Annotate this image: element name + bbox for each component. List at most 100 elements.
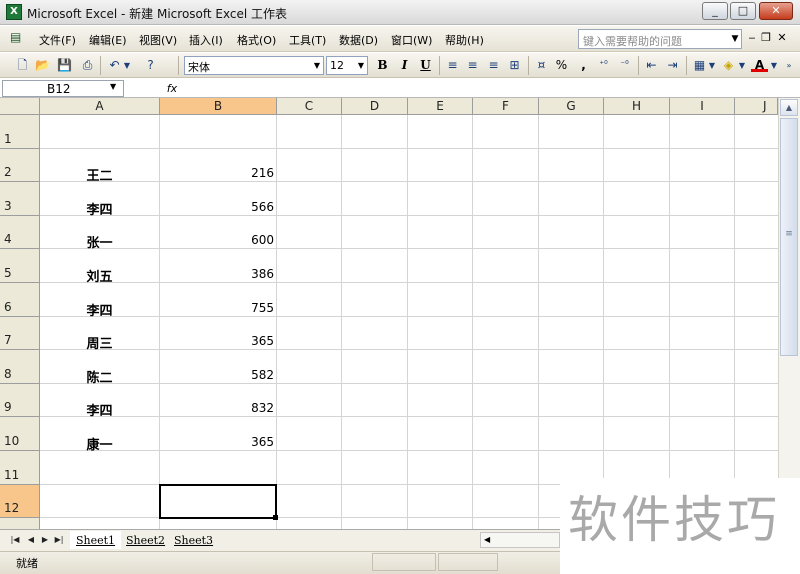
cell-b2[interactable]: 216 bbox=[160, 166, 274, 180]
cell-a8[interactable]: 陈二 bbox=[40, 367, 159, 386]
doc-close-icon[interactable]: ✕ bbox=[775, 31, 789, 45]
maximize-button[interactable]: □ bbox=[730, 2, 756, 20]
first-sheet-icon[interactable]: |◀ bbox=[10, 533, 20, 547]
row-header-4[interactable]: 4 bbox=[0, 216, 40, 249]
formula-input[interactable] bbox=[184, 80, 778, 97]
row-header-12[interactable]: 12 bbox=[0, 485, 40, 518]
align-right-icon[interactable]: ≡ bbox=[485, 57, 502, 74]
font-name-select[interactable]: 宋体 bbox=[184, 56, 324, 75]
help-search-input[interactable]: 键入需要帮助的问题 bbox=[578, 29, 742, 49]
fill-handle[interactable] bbox=[273, 515, 278, 520]
cell-b4[interactable]: 600 bbox=[160, 233, 274, 247]
cell-a10[interactable]: 康一 bbox=[40, 434, 159, 453]
column-header-j[interactable]: J bbox=[735, 98, 778, 115]
undo-icon[interactable]: ↶ bbox=[106, 57, 123, 74]
borders-icon[interactable]: ▦ bbox=[691, 57, 708, 74]
menu-tools[interactable]: 工具(T) bbox=[289, 32, 326, 48]
column-header-c[interactable]: C bbox=[277, 98, 342, 115]
sheet-tab-sheet1[interactable]: Sheet1 bbox=[70, 531, 122, 549]
font-dropdown-icon[interactable]: ▼ bbox=[311, 57, 323, 74]
row-header-1[interactable]: 1 bbox=[0, 115, 40, 149]
insert-function-icon[interactable]: fx bbox=[163, 80, 181, 97]
select-all-corner[interactable] bbox=[0, 98, 40, 115]
excel-app-icon[interactable]: X bbox=[6, 4, 22, 20]
next-sheet-icon[interactable]: ▶ bbox=[40, 533, 50, 547]
align-left-icon[interactable]: ≡ bbox=[444, 57, 461, 74]
undo-dropdown-icon[interactable]: ▼ bbox=[122, 57, 132, 74]
menu-help[interactable]: 帮助(H) bbox=[445, 32, 484, 48]
column-header-e[interactable]: E bbox=[408, 98, 473, 115]
row-header-10[interactable]: 10 bbox=[0, 417, 40, 451]
menu-format[interactable]: 格式(O) bbox=[237, 32, 276, 48]
decrease-indent-icon[interactable]: ⇤ bbox=[643, 57, 660, 74]
currency-icon[interactable]: ¤ bbox=[533, 57, 550, 74]
menu-data[interactable]: 数据(D) bbox=[339, 32, 378, 48]
cell-b7[interactable]: 365 bbox=[160, 334, 274, 348]
column-header-h[interactable]: H bbox=[604, 98, 670, 115]
cell-b3[interactable]: 566 bbox=[160, 200, 274, 214]
fill-color-icon[interactable]: ◈ bbox=[720, 57, 737, 74]
prev-sheet-icon[interactable]: ◀ bbox=[26, 533, 36, 547]
open-folder-icon[interactable]: 📂 bbox=[34, 57, 51, 74]
sheet-tab-sheet2[interactable]: Sheet2 bbox=[120, 531, 171, 549]
scroll-up-icon[interactable]: ▲ bbox=[780, 99, 798, 116]
bold-button[interactable]: B bbox=[374, 57, 391, 74]
row-header-11[interactable]: 11 bbox=[0, 451, 40, 485]
last-sheet-icon[interactable]: ▶| bbox=[54, 533, 64, 547]
spreadsheet-grid[interactable]: A B C D E F G H I J 1 2 3 4 5 6 7 8 9 10… bbox=[0, 98, 778, 529]
cell-a4[interactable]: 张一 bbox=[40, 232, 159, 251]
cell-b8[interactable]: 582 bbox=[160, 368, 274, 382]
fill-dropdown-icon[interactable]: ▼ bbox=[737, 57, 747, 74]
cell-b9[interactable]: 832 bbox=[160, 401, 274, 415]
borders-dropdown-icon[interactable]: ▼ bbox=[707, 57, 717, 74]
close-button[interactable]: ✕ bbox=[759, 2, 793, 20]
minimize-button[interactable]: _ bbox=[702, 2, 728, 20]
column-header-d[interactable]: D bbox=[342, 98, 408, 115]
cell-a3[interactable]: 李四 bbox=[40, 199, 159, 218]
horizontal-scrollbar[interactable]: ◀ bbox=[480, 532, 560, 548]
comma-button[interactable]: , bbox=[575, 57, 592, 74]
increase-decimal-icon[interactable]: ⁺⁰ bbox=[595, 57, 612, 74]
decrease-decimal-icon[interactable]: ⁻⁰ bbox=[616, 57, 633, 74]
percent-button[interactable]: % bbox=[553, 57, 570, 74]
name-box[interactable]: B12 bbox=[2, 80, 124, 97]
scrollbar-thumb[interactable]: ≡ bbox=[780, 118, 798, 356]
column-header-b[interactable]: B bbox=[160, 98, 277, 115]
save-icon[interactable]: 💾 bbox=[56, 57, 73, 74]
font-color-icon[interactable]: A bbox=[751, 57, 768, 72]
row-header-6[interactable]: 6 bbox=[0, 283, 40, 317]
sheet-tab-sheet3[interactable]: Sheet3 bbox=[168, 531, 219, 549]
column-header-a[interactable]: A bbox=[40, 98, 160, 115]
doc-minimize-icon[interactable]: ‒ bbox=[745, 31, 759, 45]
menu-edit[interactable]: 编辑(E) bbox=[89, 32, 127, 48]
menu-insert[interactable]: 插入(I) bbox=[189, 32, 223, 48]
chevron-down-icon[interactable]: ▼ bbox=[728, 29, 742, 49]
column-header-f[interactable]: F bbox=[473, 98, 539, 115]
new-document-icon[interactable]: 🗋 bbox=[14, 57, 31, 74]
workbook-icon[interactable]: ▤ bbox=[10, 30, 32, 48]
row-header-7[interactable]: 7 bbox=[0, 317, 40, 350]
merge-center-icon[interactable]: ⊞ bbox=[506, 57, 523, 74]
row-header-2[interactable]: 2 bbox=[0, 149, 40, 182]
cell-a5[interactable]: 刘五 bbox=[40, 266, 159, 285]
print-preview-icon[interactable]: ⎙ bbox=[79, 57, 96, 74]
underline-button[interactable]: U bbox=[417, 57, 434, 74]
doc-restore-icon[interactable]: ❐ bbox=[759, 31, 773, 45]
active-cell-b12[interactable] bbox=[159, 484, 277, 519]
menu-view[interactable]: 视图(V) bbox=[139, 32, 177, 48]
row-header-13[interactable] bbox=[0, 518, 40, 529]
menu-file[interactable]: 文件(F) bbox=[39, 32, 76, 48]
help-icon[interactable]: ? bbox=[142, 57, 159, 74]
cell-a7[interactable]: 周三 bbox=[40, 333, 159, 352]
cell-a2[interactable]: 王二 bbox=[40, 165, 159, 184]
name-box-dropdown-icon[interactable]: ▼ bbox=[110, 82, 120, 91]
cell-a6[interactable]: 李四 bbox=[40, 300, 159, 319]
row-header-9[interactable]: 9 bbox=[0, 384, 40, 417]
size-dropdown-icon[interactable]: ▼ bbox=[355, 57, 367, 74]
align-center-icon[interactable]: ≡ bbox=[464, 57, 481, 74]
cell-a9[interactable]: 李四 bbox=[40, 400, 159, 419]
font-color-dropdown-icon[interactable]: ▼ bbox=[769, 57, 779, 74]
column-header-i[interactable]: I bbox=[670, 98, 735, 115]
row-header-3[interactable]: 3 bbox=[0, 182, 40, 216]
cell-b5[interactable]: 386 bbox=[160, 267, 274, 281]
